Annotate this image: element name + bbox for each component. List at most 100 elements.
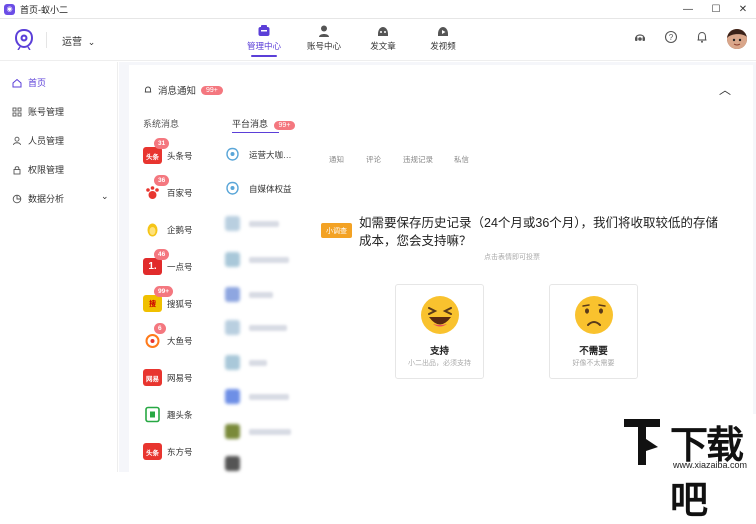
platform-glyph: 头条 xyxy=(146,449,159,457)
subtab-private-messages[interactable]: 私信 xyxy=(454,154,469,165)
sidebar-item-label: 权限管理 xyxy=(28,165,65,175)
platform-item[interactable]: 搜 99+ 搜狐号 xyxy=(143,286,193,312)
survey-question: 如需要保存历史记录（24个月或36个月），我们将收取较低的存储成本，您会支持嘛？ xyxy=(359,216,719,248)
platform-name: 企鹅号 xyxy=(167,224,193,235)
sad-face-icon xyxy=(575,296,613,334)
nav-publish-video[interactable]: 发视频 xyxy=(418,24,468,52)
ops-dropdown[interactable]: 运营 ⌄ xyxy=(62,33,95,48)
platform-name: 百家号 xyxy=(167,187,193,198)
bell-icon xyxy=(144,86,152,93)
vote-no-need-button[interactable]: 不需要 好像不太需要 xyxy=(549,284,638,379)
avatar[interactable] xyxy=(727,29,747,49)
brand-logo-icon[interactable] xyxy=(14,28,34,50)
sidebar-item-permissions[interactable]: 权限管理 xyxy=(12,163,112,176)
subtab-comments[interactable]: 评论 xyxy=(366,154,381,165)
blurred-avatar-icon xyxy=(225,252,240,267)
dongfang-icon: 头条 xyxy=(143,443,162,460)
platform-badge: 46 xyxy=(154,249,170,260)
service-icon[interactable] xyxy=(633,30,647,44)
sidebar-item-label: 首页 xyxy=(28,78,47,88)
subtab-notice[interactable]: 通知 xyxy=(329,154,344,165)
message-item-blurred[interactable] xyxy=(225,424,291,439)
penguin-icon xyxy=(143,221,162,238)
blurred-avatar-icon xyxy=(225,456,240,471)
paw-icon xyxy=(146,186,159,199)
platform-item[interactable]: 头条 东方号 xyxy=(143,443,193,460)
blurred-text xyxy=(249,256,289,263)
article-icon xyxy=(378,27,388,36)
tab-count-badge: 99+ xyxy=(273,121,296,130)
yidian-icon: 1. 46 xyxy=(143,249,170,275)
platform-item[interactable]: 头条 31 头条号 xyxy=(143,138,193,164)
nav-label: 管理中心 xyxy=(246,41,281,51)
tab-platform-messages[interactable]: 平台消息 99+ xyxy=(232,117,296,133)
chevron-down-icon: ⌄ xyxy=(87,37,96,47)
ops-label: 运营 xyxy=(62,37,82,48)
user-icon xyxy=(13,136,21,145)
platform-item[interactable]: 企鹅号 xyxy=(143,221,193,238)
message-item-blurred[interactable] xyxy=(225,320,287,335)
video-icon xyxy=(438,27,448,36)
window-title: 首页-蚁小二 xyxy=(20,4,68,15)
sohu-icon: 搜 99+ xyxy=(143,286,174,312)
platform-name: 东方号 xyxy=(167,446,193,457)
netease-icon: 网易 xyxy=(143,369,162,386)
nav-account-center[interactable]: 账号中心 xyxy=(299,24,349,52)
platform-name: 大鱼号 xyxy=(167,335,193,346)
nav-publish-article[interactable]: 发文章 xyxy=(358,24,408,52)
top-nav: 运营 ⌄ 管理中心 账号中心 发文章 发视频 ? xyxy=(0,19,756,61)
tab-system-messages[interactable]: 系统消息 xyxy=(143,117,179,130)
vote-support-button[interactable]: 支持 小二出品，必须支持 xyxy=(395,284,484,379)
nav-label: 账号中心 xyxy=(306,41,341,51)
grid-icon xyxy=(12,107,22,116)
laughing-face-icon xyxy=(421,296,459,334)
message-item-blurred[interactable] xyxy=(225,216,279,231)
message-item-blurred[interactable] xyxy=(225,389,289,404)
avatar-image-icon xyxy=(727,29,747,49)
message-item[interactable]: 自媒体权益 xyxy=(225,181,292,196)
platform-glyph: 1. xyxy=(148,261,157,272)
message-item[interactable]: 运营大咖… xyxy=(225,147,292,162)
bell-icon[interactable] xyxy=(695,30,709,44)
tab-label: 平台消息 xyxy=(232,119,269,129)
close-button[interactable]: ✕ xyxy=(729,0,756,19)
blurred-text xyxy=(249,393,289,400)
lock-icon xyxy=(13,165,21,174)
message-title: 自媒体权益 xyxy=(249,183,292,194)
platform-name: 趣头条 xyxy=(167,409,193,420)
survey-tag: 小调查 xyxy=(321,223,352,238)
sidebar-item-accounts[interactable]: 账号管理 xyxy=(12,105,112,118)
platform-item[interactable]: 6 大鱼号 xyxy=(143,323,193,349)
platform-item[interactable]: 1. 46 一点号 xyxy=(143,249,193,275)
message-item-blurred[interactable] xyxy=(225,287,273,302)
subtab-violations[interactable]: 违规记录 xyxy=(403,154,433,165)
notice-count-badge: 99+ xyxy=(201,85,223,95)
message-title: 运营大咖… xyxy=(249,149,292,160)
platform-item[interactable]: 趣头条 xyxy=(143,406,193,423)
minimize-button[interactable]: — xyxy=(674,0,702,19)
sidebar-item-label: 数据分析 xyxy=(28,194,65,204)
blurred-avatar-icon xyxy=(225,287,240,302)
message-item-blurred[interactable] xyxy=(225,252,289,267)
platform-item[interactable]: 36 百家号 xyxy=(143,175,193,201)
maximize-button[interactable]: ☐ xyxy=(702,0,730,19)
collapse-chevron-icon[interactable]: ︿ xyxy=(719,81,731,98)
help-icon[interactable]: ? xyxy=(664,30,678,44)
message-item-blurred[interactable] xyxy=(225,355,267,370)
message-item-blurred[interactable] xyxy=(225,456,249,471)
platform-item[interactable]: 网易 网易号 xyxy=(143,369,193,386)
blurred-text xyxy=(249,359,267,366)
sidebar-item-home[interactable]: 首页 xyxy=(12,76,112,89)
title-bar: ◉ 首页-蚁小二 — ☐ ✕ xyxy=(0,0,756,19)
platform-glyph: 头条 xyxy=(146,153,159,161)
svg-text:?: ? xyxy=(669,33,674,42)
platform-badge: 36 xyxy=(154,175,170,186)
sidebar-item-staff[interactable]: 人员管理 xyxy=(12,134,112,147)
platform-glyph: 搜 xyxy=(149,300,156,308)
nav-label: 发视频 xyxy=(430,41,456,51)
nav-management-center[interactable]: 管理中心 xyxy=(239,24,289,57)
blurred-avatar-icon xyxy=(225,355,240,370)
sidebar-item-analytics[interactable]: 数据分析 ⌄ xyxy=(12,191,112,205)
nav-divider xyxy=(46,32,47,48)
platform-glyph: 网易 xyxy=(146,375,159,383)
